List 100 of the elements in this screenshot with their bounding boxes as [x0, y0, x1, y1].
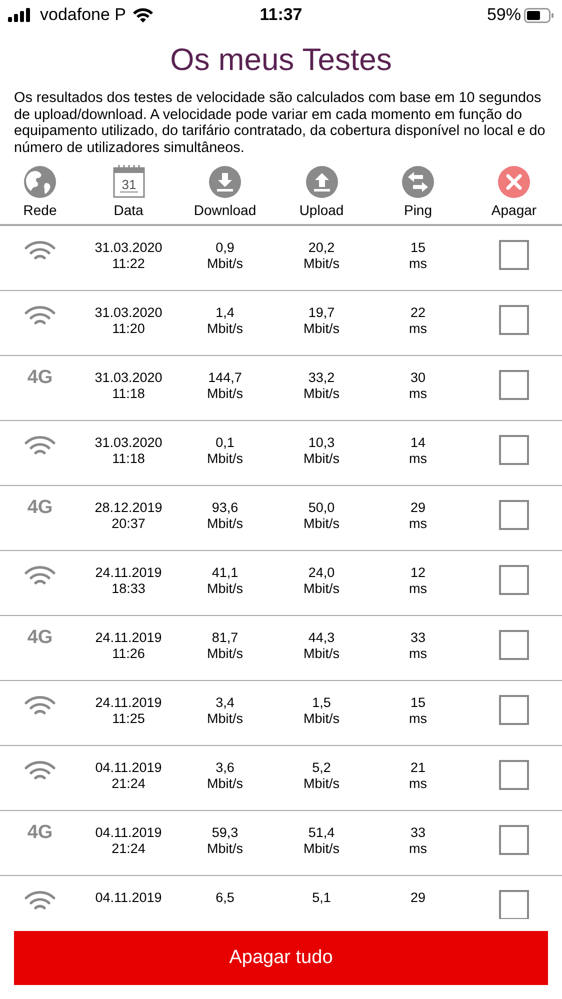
date-text: 24.11.2019	[95, 695, 162, 711]
download-value: 1,4	[216, 305, 234, 321]
unit-label: ms	[409, 256, 427, 272]
column-header: Download	[194, 202, 256, 218]
unit-label: Mbit/s	[206, 451, 243, 467]
ping-value: 15	[410, 240, 426, 256]
download-value: 59,3	[212, 825, 238, 841]
date-text: 31.03.2020	[94, 435, 162, 451]
wifi-icon	[24, 760, 56, 782]
upload-value: 5,2	[312, 760, 331, 776]
unit-label: Mbit/s	[303, 646, 340, 662]
ping-value: 33	[410, 825, 426, 841]
ping-value: 14	[410, 435, 426, 451]
upload-value: 44,3	[308, 630, 335, 646]
unit-label: Mbit/s	[206, 581, 243, 597]
checkbox[interactable]	[499, 630, 529, 660]
wifi-icon	[24, 695, 56, 717]
unit-label: ms	[409, 386, 427, 402]
column-header: Upload	[299, 202, 344, 218]
upload-value: 51,4	[308, 825, 335, 841]
checkbox[interactable]	[499, 760, 529, 790]
checkbox[interactable]	[499, 565, 529, 595]
arrows-icon	[402, 166, 434, 198]
unit-label: Mbit/s	[303, 516, 340, 532]
unit-label: ms	[409, 711, 427, 727]
unit-label: Mbit/s	[303, 581, 340, 597]
unit-label: ms	[409, 451, 427, 467]
battery-percent: 59%	[486, 5, 521, 25]
unit-label: Mbit/s	[206, 516, 243, 532]
download-value: 6,5	[216, 890, 234, 906]
checkbox[interactable]	[499, 435, 529, 465]
unit-label: Mbit/s	[303, 256, 340, 272]
delete-all-button[interactable]: Apagar tudo	[14, 931, 548, 985]
download-value: 93,6	[212, 500, 238, 516]
network-type: 4G	[27, 370, 53, 386]
calendar-icon: 31	[112, 164, 144, 198]
upload-value: 5,1	[312, 890, 331, 906]
download-value: 41,1	[212, 565, 238, 581]
upload-value: 20,2	[308, 240, 335, 256]
date-text: 31.03.2020	[94, 240, 162, 256]
unit-label: ms	[409, 646, 427, 662]
date-text: 04.11.2019	[95, 825, 162, 841]
network-type: 4G	[27, 630, 53, 646]
download-value: 144,7	[208, 370, 242, 386]
date-text: 31.03.2020	[94, 370, 162, 386]
globe-icon	[24, 166, 56, 198]
wifi-icon	[132, 7, 154, 23]
unit-label: Mbit/s	[303, 841, 340, 857]
wifi-icon	[24, 890, 56, 912]
clock-time: 11:37	[260, 5, 302, 25]
unit-label: Mbit/s	[303, 776, 340, 792]
unit-label: ms	[409, 516, 427, 532]
checkbox[interactable]	[499, 240, 529, 270]
download-value: 81,7	[212, 630, 238, 646]
ping-value: 22	[410, 305, 426, 321]
checkbox[interactable]	[499, 370, 529, 400]
download-icon	[209, 166, 241, 198]
wifi-icon	[24, 240, 56, 262]
unit-label: ms	[409, 321, 427, 337]
download-value: 0,1	[216, 435, 234, 451]
date-text: 04.11.2019	[95, 890, 162, 906]
ping-value: 29	[410, 890, 426, 906]
ping-value: 30	[410, 370, 426, 386]
ping-value: 12	[410, 565, 426, 581]
unit-label: Mbit/s	[303, 386, 340, 402]
time-text: 11:26	[112, 646, 145, 662]
ping-value: 21	[410, 760, 426, 776]
upload-value: 33,2	[308, 370, 335, 386]
unit-label: Mbit/s	[206, 711, 243, 727]
upload-value: 19,7	[308, 305, 335, 321]
unit-label: Mbit/s	[206, 256, 243, 272]
unit-label: Mbit/s	[303, 711, 340, 727]
unit-label: ms	[409, 581, 427, 597]
unit-label: Mbit/s	[206, 321, 243, 337]
unit-label: ms	[409, 841, 427, 857]
download-value: 3,4	[216, 695, 234, 711]
checkbox[interactable]	[499, 305, 529, 335]
wifi-icon	[24, 305, 56, 327]
time-text: 11:20	[112, 321, 145, 337]
checkbox[interactable]	[499, 890, 529, 919]
unit-label: Mbit/s	[303, 451, 340, 467]
time-text: 11:25	[112, 711, 145, 727]
date-text: 28.12.2019	[94, 500, 162, 516]
time-text: 11:22	[112, 256, 145, 272]
unit-label: ms	[409, 776, 427, 792]
wifi-icon	[24, 435, 56, 457]
description-text: Os resultados dos testes de velocidade são calculados com base em 10 segundos de upload/download. A velocidade pode variar em cada momento em função do equipamento utilizado, do tarifário contratado, da cobertura disponível no local e do número de utilizadores simultâneos.	[14, 90, 546, 156]
upload-value: 50,0	[308, 500, 335, 516]
unit-label: Mbit/s	[303, 321, 340, 337]
time-text: 11:18	[112, 451, 145, 467]
page-title: Os meus Testes	[169, 41, 393, 79]
ping-value: 15	[410, 695, 426, 711]
checkbox[interactable]	[499, 825, 529, 855]
time-text: 11:18	[112, 386, 145, 402]
upload-value: 1,5	[312, 695, 331, 711]
battery-icon	[524, 8, 554, 22]
checkbox[interactable]	[499, 500, 529, 530]
checkbox[interactable]	[499, 695, 529, 725]
download-value: 3,6	[216, 760, 234, 776]
upload-value: 10,3	[308, 435, 335, 451]
